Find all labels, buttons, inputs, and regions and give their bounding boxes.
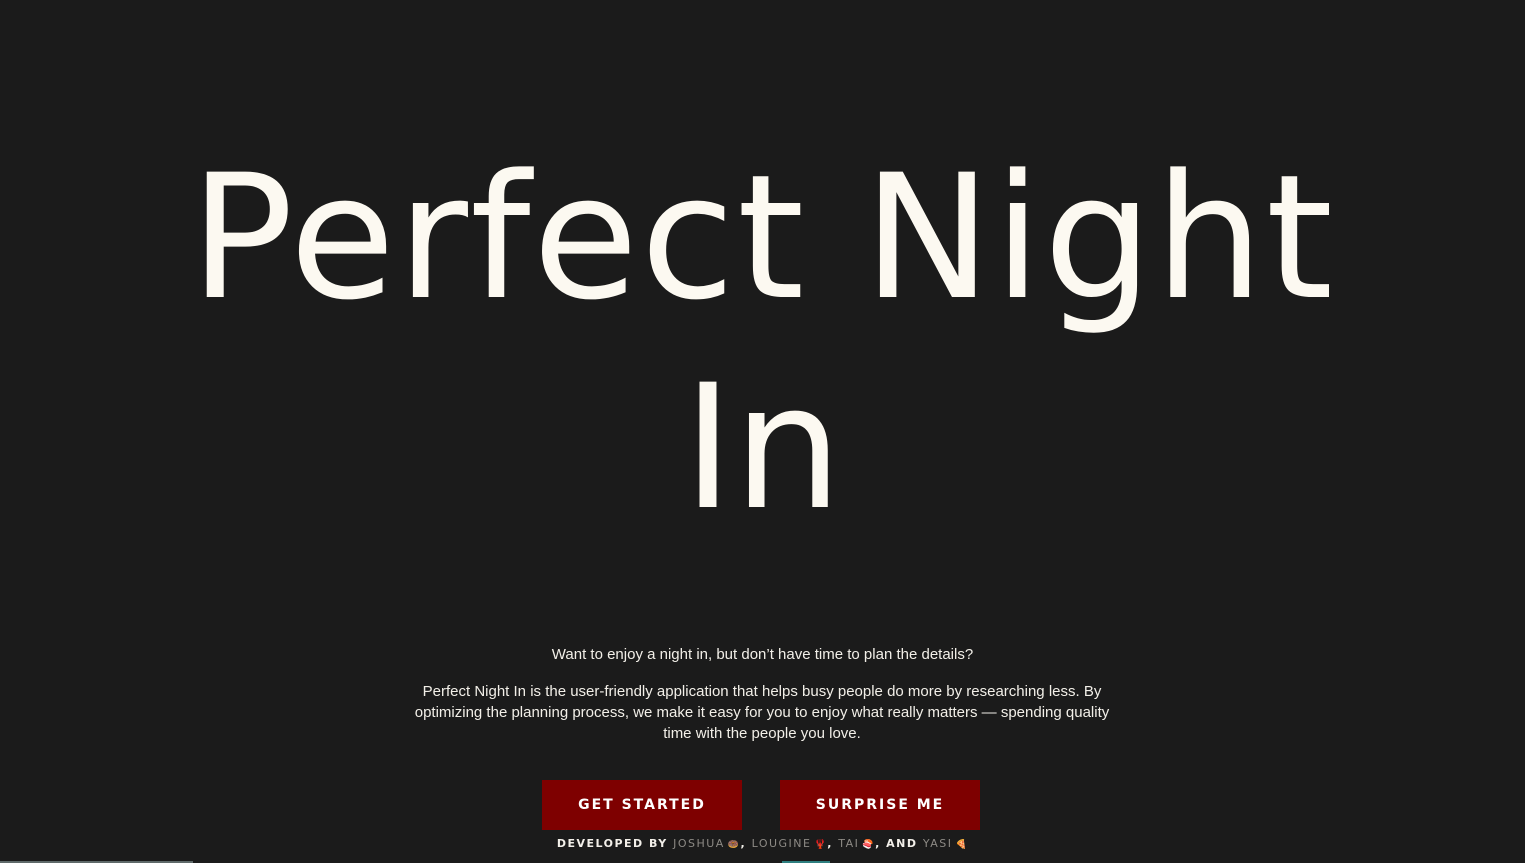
surprise-me-button[interactable]: SURPRISE ME (780, 780, 980, 830)
credits-conjunction: AND (886, 837, 918, 850)
developer-name-lougine: LOUGINE (751, 837, 812, 850)
developer-name-yasi: YASI (922, 837, 953, 850)
developer-name-joshua: JOSHUA (673, 837, 725, 850)
developer-name-tai: TAI (838, 837, 860, 850)
hero-title-line-2: In (682, 347, 843, 548)
pizza-icon: 🍕 (955, 840, 969, 850)
hero-title-line-1: Perfect Night (189, 137, 1336, 338)
sushi-icon: 🍣 (862, 840, 876, 850)
credits-separator: , (827, 837, 833, 850)
credits-prefix: DEVELOPED BY (556, 837, 668, 850)
lobster-icon: 🦞 (814, 840, 828, 850)
credits-line: DEVELOPED BY JOSHUA 🍩, LOUGINE 🦞, TAI 🍣, AN… (0, 837, 1525, 850)
description: Perfect Night In is the user-friendly ap… (414, 683, 1110, 742)
tagline: Want to enjoy a night in, but don’t have… (551, 646, 974, 663)
get-started-button[interactable]: GET STARTED (542, 780, 742, 830)
credits-separator: , (875, 837, 881, 850)
credits-separator: , (740, 837, 747, 850)
donut-icon: 🍩 (727, 840, 741, 850)
